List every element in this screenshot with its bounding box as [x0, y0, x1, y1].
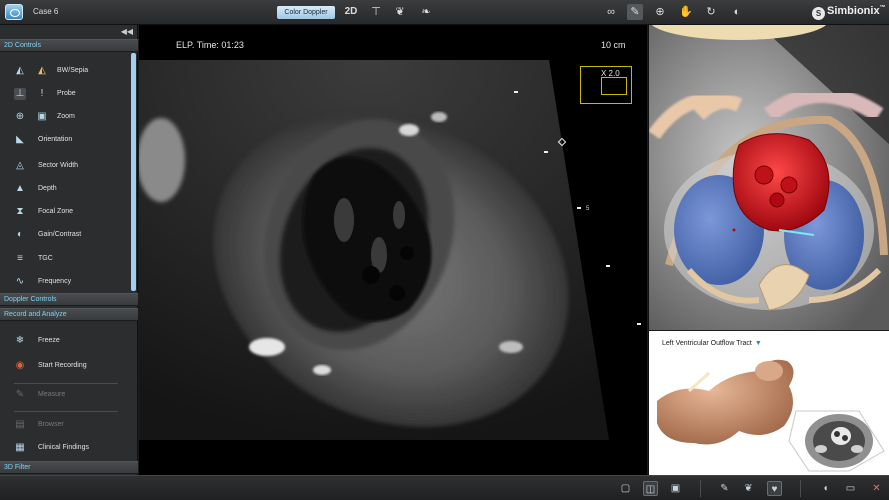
control-label: Sector Width — [38, 162, 79, 169]
mode-2d-button[interactable]: 2D — [342, 4, 360, 20]
rotate-icon[interactable]: ↻ — [703, 4, 719, 20]
reference-graphics — [657, 359, 885, 472]
control-label: Gain/Contrast — [38, 231, 82, 238]
depth-tick — [514, 91, 518, 93]
probe-tool-icon[interactable]: ⊤ — [368, 4, 384, 20]
reference-view-panel: Left Ventricular Outflow Tract ▼ — [648, 331, 889, 475]
split-view-icon[interactable]: ▣ — [668, 481, 683, 496]
depth-tick — [606, 265, 610, 267]
probe-alt-icon: ! — [40, 88, 44, 99]
brand-mark-icon: S — [812, 7, 825, 20]
section-record-analyze[interactable]: Record and Analyze — [0, 308, 138, 321]
volume-icon[interactable]: ◖ — [818, 481, 833, 496]
close-icon[interactable]: ✕ — [869, 481, 884, 496]
focal-zone-icon: ⧗ — [16, 206, 24, 217]
magnify-icon[interactable]: ⊕ — [652, 4, 668, 20]
zoom-box-icon: ▣ — [37, 111, 47, 122]
control-label: BW/Sepia — [57, 67, 89, 74]
ultrasound-image — [139, 60, 609, 440]
heart-model-icon[interactable]: ❦ — [392, 4, 408, 20]
zoom-indicator: X 2.0 — [580, 66, 632, 104]
control-label: Measure — [38, 391, 66, 398]
heart-icon[interactable]: ♥ — [767, 481, 782, 496]
control-label: Focal Zone — [38, 208, 74, 215]
bottom-toolbar: ▢ ◫ ▣ ✎ ❦ ♥ ◖ ▭ ✕ — [0, 475, 889, 500]
zoom-icon: ⊕ — [15, 111, 25, 122]
brand-logo: S Simbionix™ — [812, 5, 886, 20]
gain-contrast-icon: ◐ — [16, 229, 24, 240]
transducer-icon[interactable]: ✎ — [717, 481, 732, 496]
anatomy-icon[interactable]: ❦ — [741, 481, 756, 496]
collapse-panel-icon[interactable]: ◀◀ — [121, 27, 133, 36]
folder-icon[interactable]: ▭ — [843, 481, 858, 496]
frequency-icon: ∿ — [15, 276, 25, 287]
mode-2d-label: 2D — [344, 6, 358, 17]
bw-sepia-icon: ◭ — [16, 65, 24, 76]
panel-scrollbar[interactable] — [131, 53, 136, 291]
left-control-panel: ◀◀ 2D Controls ◭ ◭ BW/Sepia ⊥ ! Probe ⊕ … — [0, 25, 138, 475]
divider — [14, 411, 118, 412]
case-label: Case 6 — [33, 7, 59, 16]
depth-tick — [544, 151, 548, 153]
pan-hand-icon[interactable]: ✋ — [678, 4, 694, 20]
control-label: Depth — [38, 185, 57, 192]
record-icon: ◉ — [15, 360, 25, 371]
brightness-icon[interactable]: ◐ — [729, 4, 745, 20]
brand-tm: ™ — [879, 5, 886, 11]
link-icon[interactable]: ∞ — [603, 4, 619, 20]
section-doppler-controls[interactable]: Doppler Controls — [0, 293, 138, 306]
orientation-icon: ◣ — [16, 134, 24, 145]
app-menu-icon[interactable] — [5, 4, 23, 20]
heart-3d-model — [649, 25, 889, 330]
anatomy-3d-view[interactable] — [648, 25, 889, 330]
freeze-icon: ❄ — [15, 335, 25, 346]
control-label: Clinical Findings — [38, 444, 89, 451]
dual-view-icon[interactable]: ◫ — [643, 481, 658, 496]
ultrasound-viewport[interactable]: ELP. Time: 01:23 10 cm X 2.0 5 — [139, 25, 647, 475]
control-label: Freeze — [38, 337, 60, 344]
single-view-icon[interactable]: ▢ — [618, 481, 633, 496]
color-doppler-button[interactable]: Color Doppler — [277, 6, 335, 19]
depth-tick — [577, 207, 581, 209]
control-label: Start Recording — [38, 362, 87, 369]
section-2d-controls[interactable]: 2D Controls — [0, 39, 138, 52]
control-label: TGC — [38, 255, 53, 262]
divider — [14, 383, 118, 384]
control-label: Browser — [38, 421, 64, 428]
control-label: Frequency — [38, 278, 72, 285]
depth-tick — [637, 323, 641, 325]
probe-icon: ⊥ — [14, 88, 26, 100]
brand-name: Simbionix — [827, 5, 880, 17]
measure-icon: ✎ — [15, 389, 25, 400]
top-toolbar: Case 6 Color Doppler 2D ⊤ ❦ ❧ ∞ ✎ ⊕ ✋ ↻ … — [0, 0, 889, 25]
depth-readout: 10 cm — [601, 40, 626, 50]
tgc-icon: ≡ — [17, 253, 23, 264]
sepia-icon: ◭ — [38, 65, 46, 76]
control-label: Orientation — [38, 136, 73, 143]
elapsed-time: ELP. Time: 01:23 — [176, 40, 244, 50]
clinical-findings-icon: ▦ — [15, 442, 25, 453]
depth-scale-label: 5 — [586, 206, 590, 212]
transducer-tool-icon[interactable]: ✎ — [627, 4, 643, 20]
zoom-region — [601, 77, 627, 95]
depth-icon: ▲ — [15, 183, 25, 194]
control-label: Zoom — [57, 113, 75, 120]
divider — [700, 480, 701, 497]
sector-width-icon: ◬ — [16, 160, 24, 171]
control-label: Probe — [57, 90, 76, 97]
browser-icon: ▤ — [15, 419, 25, 430]
section-3d-filter[interactable]: 3D Filter — [0, 461, 138, 474]
vessel-model-icon[interactable]: ❧ — [418, 4, 434, 20]
divider — [800, 480, 801, 497]
